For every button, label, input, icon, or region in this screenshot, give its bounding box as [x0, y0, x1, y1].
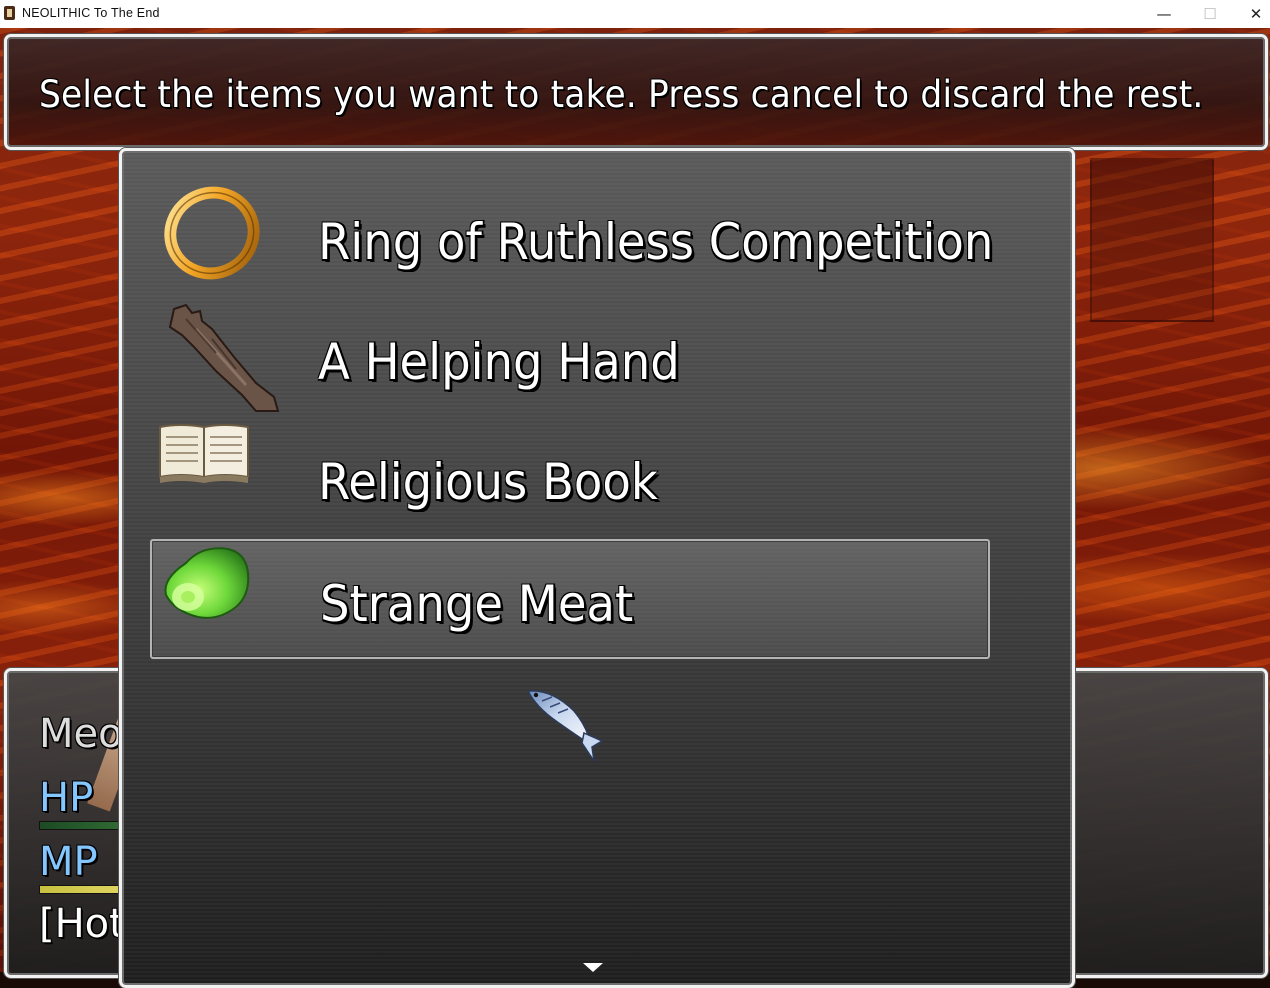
item-label: Religious Book [318, 453, 658, 511]
title-bar: NEOLITHIC To The End — ☐ ✕ [0, 0, 1270, 29]
fish-icon [526, 690, 604, 762]
item-row-meat[interactable]: Strange Meat [150, 539, 990, 659]
item-label: Strange Meat [320, 575, 634, 633]
maximize-button[interactable]: ☐ [1187, 0, 1233, 28]
minimize-button[interactable]: — [1141, 0, 1187, 28]
item-select-window: Ring of Ruthless Competition A Helping H… [119, 148, 1075, 988]
item-row-ring[interactable]: Ring of Ruthless Competition [150, 179, 994, 299]
mp-label: MP [39, 839, 98, 885]
close-button[interactable]: ✕ [1233, 0, 1270, 28]
help-text: Select the items you want to take. Press… [39, 73, 1204, 116]
item-label: A Helping Hand [318, 333, 680, 391]
green-meat-icon [164, 547, 250, 619]
actor-state: [Hot [39, 901, 125, 947]
help-window: Select the items you want to take. Press… [4, 34, 1268, 150]
severed-arm-icon [168, 303, 280, 412]
app-icon [4, 6, 15, 20]
open-book-icon [159, 424, 249, 483]
window-title: NEOLITHIC To The End [22, 6, 160, 20]
item-row-book[interactable]: Religious Book [150, 419, 990, 539]
item-label: Ring of Ruthless Competition [318, 213, 994, 271]
hp-label: HP [39, 775, 94, 821]
scroll-down-arrow-icon[interactable] [583, 963, 603, 972]
item-row-hand[interactable]: A Helping Hand [150, 299, 990, 419]
background-shrine [1090, 158, 1214, 322]
gold-ring-icon [164, 186, 260, 280]
